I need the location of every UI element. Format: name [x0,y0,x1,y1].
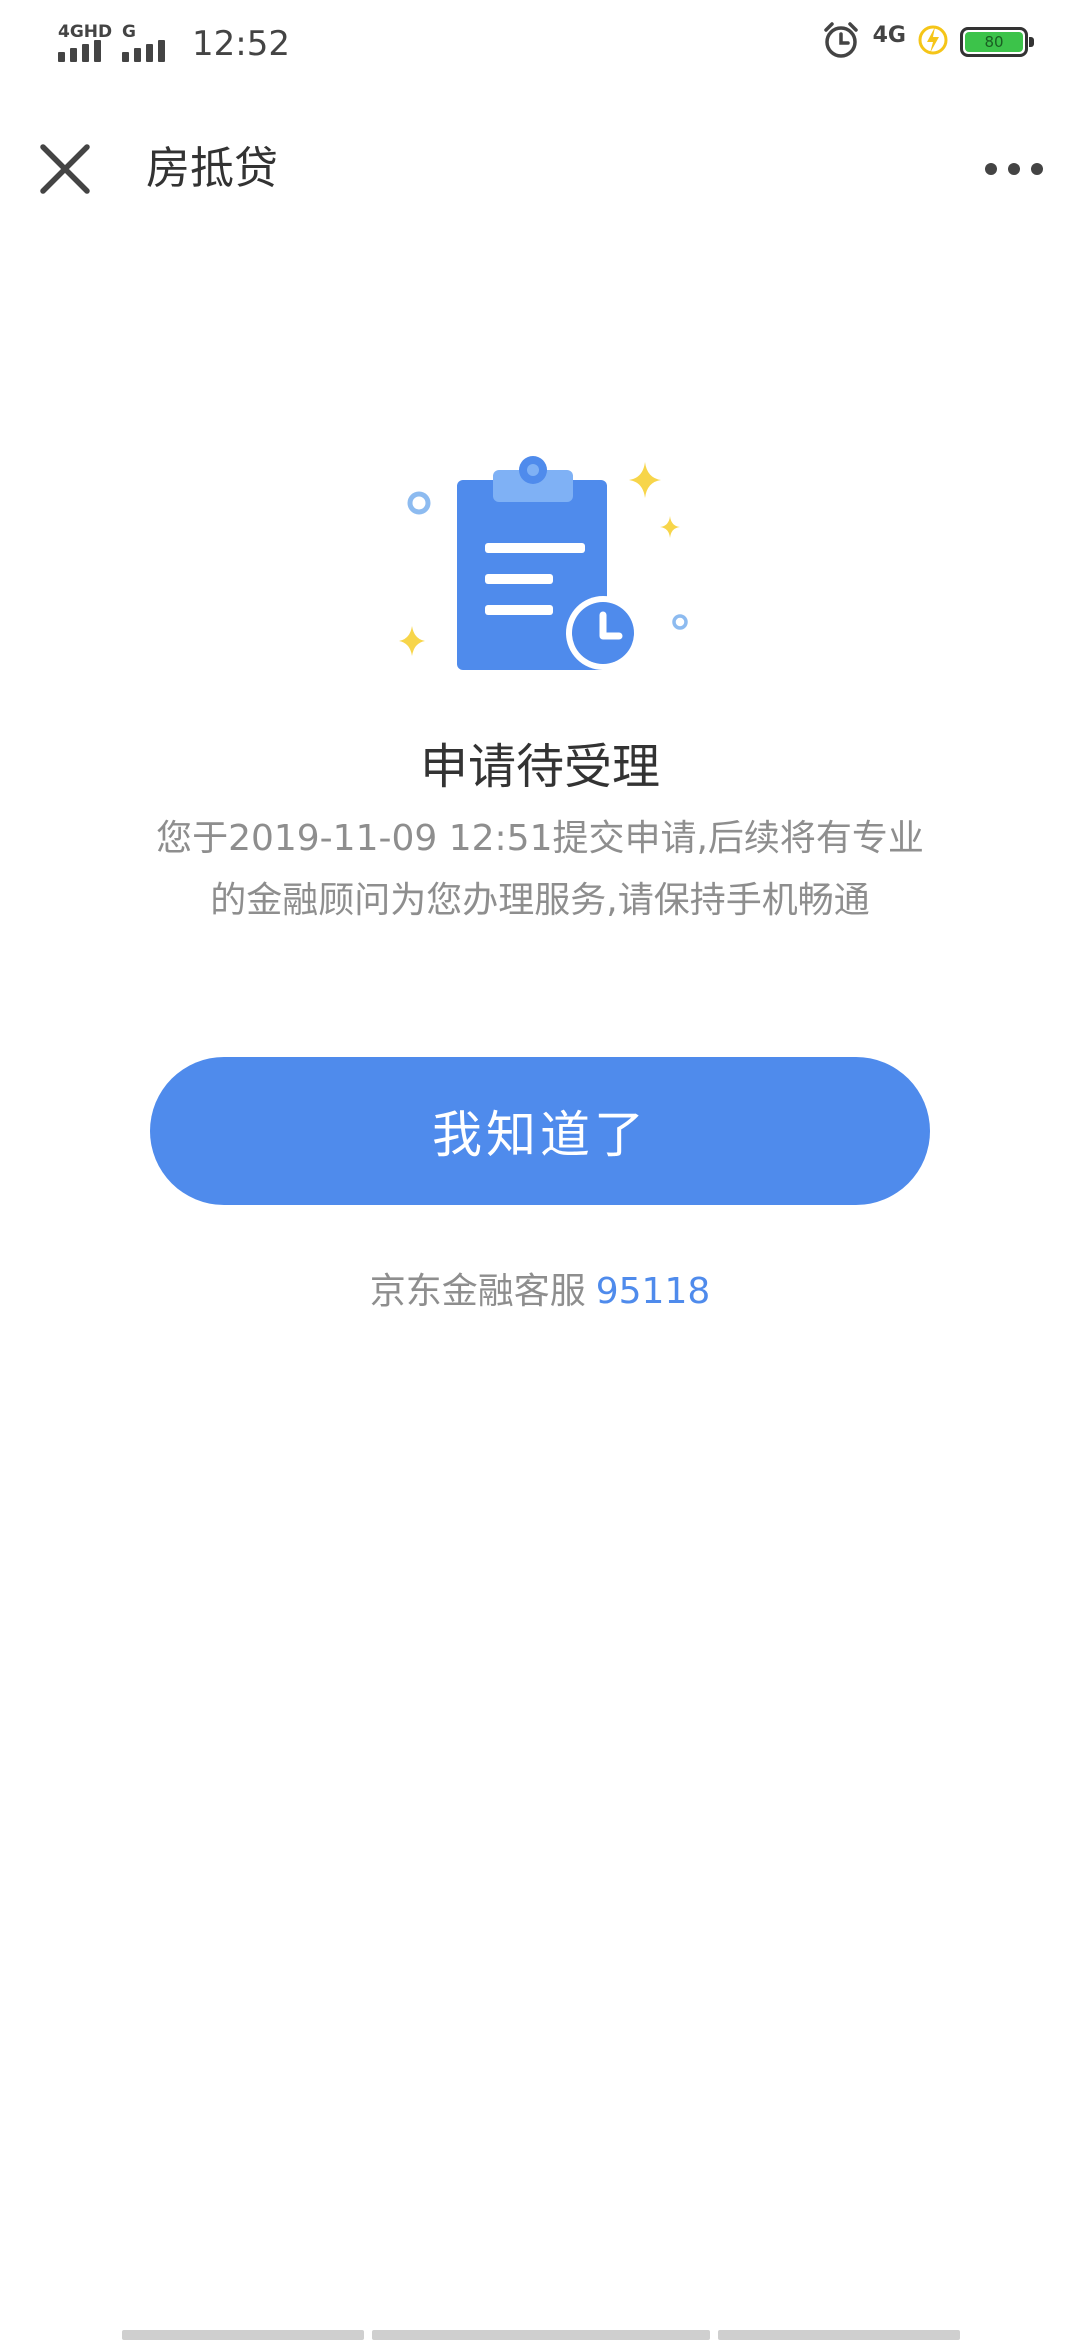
gesture-bar-segment [372,2330,710,2340]
acknowledge-button[interactable]: 我知道了 [150,1057,930,1205]
more-icon-dot [1008,163,1020,175]
battery-icon: 80 [960,27,1034,57]
gesture-bar [0,2330,1080,2340]
network-label-1: 4GHD [58,22,113,42]
network-label-2: G [122,22,136,42]
more-icon-dot [985,163,997,175]
signal-group-2: G [122,24,172,64]
service-label: 京东金融客服 [369,1271,586,1312]
signal-strength-icon [58,40,101,62]
clipboard-clock-icon [390,450,690,680]
page-title: 房抵贷 [146,143,278,194]
more-icon-dot [1031,163,1043,175]
service-phone-link[interactable]: 95118 [596,1271,711,1312]
signal-group-1: 4GHD [58,24,112,64]
customer-service-line: 京东金融客服 95118 [0,1262,1080,1322]
charging-icon [918,21,948,63]
nav-bar: 房抵贷 [0,110,1080,228]
status-title: 申请待受理 [419,739,660,795]
status-bar-left: 4GHD G 12:52 [58,18,290,64]
status-description: 您于2019-11-09 12:51提交申请,后续将有专业的金融顾问为您办理服务… [156,818,924,921]
more-button[interactable] [974,144,1054,194]
close-icon [40,144,90,194]
clock: 12:52 [192,24,290,64]
network-label-3: 4G [872,23,906,48]
gesture-bar-segment [122,2330,364,2340]
status-bar: 4GHD G 12:52 4G 80 [0,0,1080,82]
alarm-clock-icon [821,20,861,64]
signal-strength-icon [122,40,165,62]
battery-cap [1029,37,1034,47]
close-button[interactable] [30,134,100,204]
status-bar-right: 4G 80 [821,20,1034,64]
battery-level: 80 [965,32,1023,52]
gesture-bar-segment [718,2330,960,2340]
